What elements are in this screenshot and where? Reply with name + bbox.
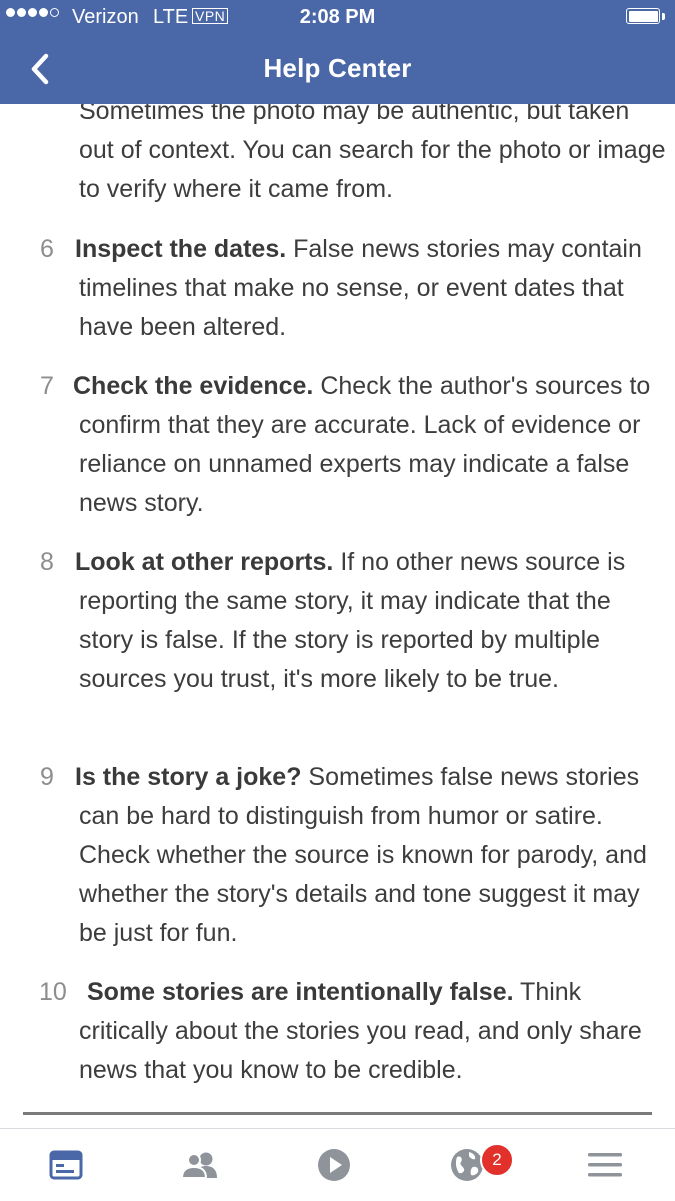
step-title: Inspect the dates. xyxy=(75,235,287,263)
battery-level xyxy=(628,10,658,22)
step-title: Check the evidence. xyxy=(73,372,314,400)
tab-video[interactable] xyxy=(284,1129,384,1201)
page-title: Help Center xyxy=(263,53,412,83)
globe-notifications-icon xyxy=(451,1149,483,1181)
notification-count-badge: 2 xyxy=(480,1143,514,1177)
step-number: 10 xyxy=(39,978,67,1006)
tab-menu[interactable] xyxy=(555,1129,655,1201)
battery-icon xyxy=(626,8,660,24)
step-title: Is the story a joke? xyxy=(75,763,302,791)
step-body: Look at other reports. If no other news … xyxy=(75,543,669,699)
step-number: 9 xyxy=(40,763,54,791)
app-header: Verizon LTE VPN 2:08 PM Help Center xyxy=(0,0,675,104)
bottom-tab-bar xyxy=(0,1128,675,1201)
step-body: Inspect the dates. False news stories ma… xyxy=(75,230,669,347)
step-body: Some stories are intentionally false. Th… xyxy=(79,973,669,1090)
step-body: Is the story a joke? Sometimes false new… xyxy=(75,758,669,953)
step-body: Check the evidence. Check the author's s… xyxy=(73,367,669,523)
tab-news-feed[interactable] xyxy=(16,1129,116,1201)
article-content: Sometimes the photo may be authentic, bu… xyxy=(0,92,675,1112)
battery-tip xyxy=(662,13,665,20)
nav-bar: Help Center xyxy=(0,36,675,104)
status-bar: Verizon LTE VPN 2:08 PM xyxy=(0,0,675,36)
step-number: 6 xyxy=(40,235,54,263)
intro-paragraph: Sometimes the photo may be authentic, bu… xyxy=(79,97,666,203)
step-title: Look at other reports. xyxy=(75,548,334,576)
content-divider xyxy=(23,1112,652,1115)
hamburger-menu-icon xyxy=(588,1153,622,1177)
friends-icon xyxy=(180,1152,217,1179)
step-title: Some stories are intentionally false. xyxy=(87,978,514,1006)
news-feed-icon xyxy=(49,1150,83,1180)
step-number: 8 xyxy=(40,548,54,576)
step-number: 7 xyxy=(40,372,54,400)
tab-friends[interactable] xyxy=(150,1129,250,1201)
video-play-icon xyxy=(318,1149,350,1181)
status-time: 2:08 PM xyxy=(299,6,376,28)
